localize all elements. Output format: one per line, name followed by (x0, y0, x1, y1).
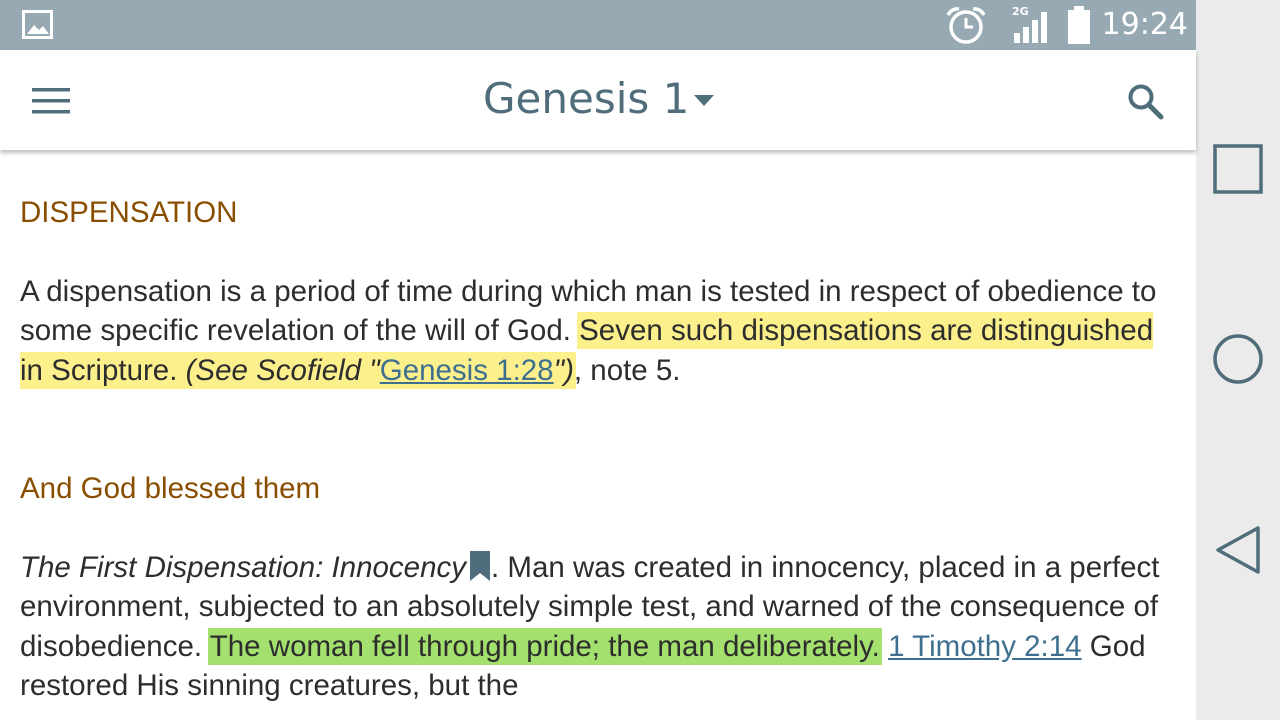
battery-icon (1068, 6, 1090, 44)
commentary-paragraph: A dispensation is a period of time durin… (20, 272, 1180, 390)
section-heading: And God blessed them (20, 472, 321, 505)
cross-reference-link[interactable]: 1 Timothy 2:14 (888, 630, 1082, 663)
alarm-icon (946, 7, 986, 44)
see-reference-suffix: ") (553, 353, 574, 387)
back-triangle-icon[interactable] (1208, 520, 1268, 580)
app-bar: Genesis 1 (0, 50, 1196, 150)
cross-reference-link[interactable]: Genesis 1:28 (380, 354, 554, 387)
signal-icon (1014, 12, 1047, 43)
bookmark-icon[interactable] (469, 551, 491, 581)
note-text: , note 5. (573, 353, 681, 387)
status-time: 19:24 (1101, 7, 1188, 42)
gallery-icon (22, 10, 53, 39)
navigation-bar (1196, 0, 1280, 720)
section-heading: DISPENSATION (20, 196, 238, 229)
dispensation-title: The First Dispensation: Innocency (20, 551, 466, 584)
hamburger-menu-icon[interactable] (32, 87, 70, 115)
dropdown-arrow-icon[interactable] (693, 94, 715, 108)
search-icon[interactable] (1126, 82, 1166, 122)
green-highlight[interactable]: The woman fell through pride; the man de… (209, 629, 880, 663)
recents-square-icon[interactable] (1208, 139, 1268, 199)
home-circle-icon[interactable] (1208, 329, 1268, 389)
page-title[interactable]: Genesis 1 (483, 74, 689, 123)
see-reference-prefix: (See Scofield " (185, 353, 380, 387)
commentary-paragraph: The First Dispensation: Innocency. Man w… (20, 548, 1180, 706)
commentary-content: DISPENSATION A dispensation is a period … (0, 150, 1196, 720)
status-bar: 2G 19:24 (0, 0, 1196, 50)
